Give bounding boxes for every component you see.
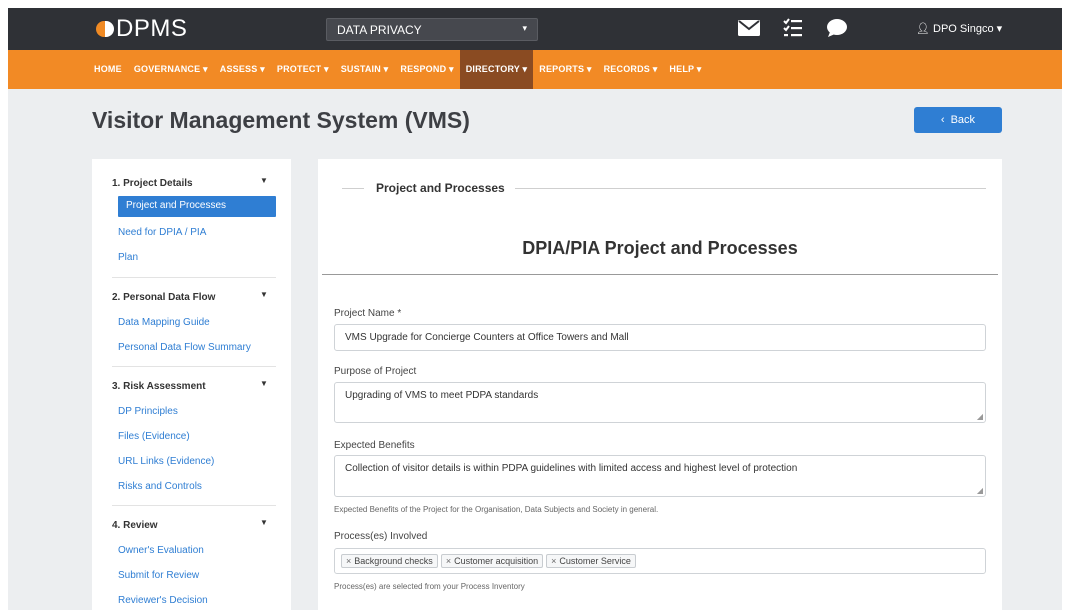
purpose-label: Purpose of Project — [334, 366, 417, 377]
purpose-field[interactable]: Upgrading of VMS to meet PDPA standards … — [334, 382, 986, 423]
process-chip[interactable]: × Customer acquisition — [440, 554, 544, 568]
caret-down-icon: ▼ — [260, 518, 268, 527]
purpose-value: Upgrading of VMS to meet PDPA standards — [345, 390, 539, 401]
main-nav-bar: HOME GOVERNANCE ▾ ASSESS ▾ PROTECT ▾ SUSTAIN… — [8, 50, 1062, 89]
top-icons — [738, 17, 848, 39]
benefits-field[interactable]: Collection of visitor details is within … — [334, 455, 986, 497]
project-name-field[interactable]: VMS Upgrade for Concierge Counters at Of… — [334, 324, 986, 351]
sidebar-item-need-for-dpia[interactable]: Need for DPIA / PIA — [118, 227, 206, 238]
divider — [112, 505, 276, 506]
sidebar-section-personal-data-flow[interactable]: 2. Personal Data Flow — [112, 292, 215, 303]
task-list-icon[interactable] — [782, 17, 804, 39]
sidebar-item-owners-evaluation[interactable]: Owner's Evaluation — [118, 545, 204, 556]
benefits-help-text: Expected Benefits of the Project for the… — [334, 505, 659, 514]
process-chip[interactable]: × Customer Service — [546, 554, 636, 568]
sidebar-item-plan[interactable]: Plan — [118, 252, 138, 263]
processes-help-text: Process(es) are selected from your Proce… — [334, 582, 525, 591]
sidebar-item-project-and-processes[interactable]: Project and Processes — [118, 196, 276, 217]
sidebar-section-risk-assessment[interactable]: 3. Risk Assessment — [112, 381, 206, 392]
sidebar-item-reviewers-decision[interactable]: Reviewer's Decision — [118, 595, 208, 606]
chevron-down-icon: ▾ — [996, 23, 1003, 35]
project-name-value: VMS Upgrade for Concierge Counters at Of… — [345, 332, 629, 343]
mail-icon[interactable] — [738, 17, 760, 39]
nav-item-protect[interactable]: PROTECT ▾ — [271, 50, 335, 89]
caret-down-icon: ▼ — [260, 290, 268, 299]
processes-multiselect[interactable]: × Background checks × Customer acquisition ×… — [334, 548, 986, 574]
main-nav: HOME GOVERNANCE ▾ ASSESS ▾ PROTECT ▾ SUSTAIN… — [88, 50, 707, 89]
app-logo[interactable]: DPMS — [96, 15, 187, 43]
user-menu[interactable]: 👤︎ DPO Singco ▾ — [916, 22, 1002, 35]
sidebar-section-review[interactable]: 4. Review — [112, 520, 158, 531]
sidebar-section-project-details[interactable]: 1. Project Details — [112, 178, 193, 189]
top-bar: DPMS DATA PRIVACY ▾ 👤︎ DPO Singco ▾ — [8, 8, 1062, 50]
benefits-value: Collection of visitor details is within … — [345, 463, 798, 474]
caret-down-icon: ▼ — [260, 379, 268, 388]
sidebar-item-url-links-evidence[interactable]: URL Links (Evidence) — [118, 456, 214, 467]
form-heading: DPIA/PIA Project and Processes — [522, 238, 798, 258]
heading-rule — [322, 274, 998, 275]
chevron-down-icon: ▾ — [522, 23, 527, 33]
nav-item-records[interactable]: RECORDS ▾ — [598, 50, 664, 89]
nav-item-sustain[interactable]: SUSTAIN ▾ — [335, 50, 395, 89]
resize-handle-icon[interactable]: ◢ — [977, 486, 983, 495]
nav-item-directory[interactable]: DIRECTORY ▾ — [459, 50, 534, 89]
chat-icon[interactable] — [826, 17, 848, 39]
sidebar-item-risks-and-controls[interactable]: Risks and Controls — [118, 481, 202, 492]
benefits-label: Expected Benefits — [334, 440, 415, 451]
caret-down-icon: ▼ — [260, 176, 268, 185]
resize-handle-icon[interactable]: ◢ — [977, 412, 983, 421]
remove-icon[interactable]: × — [551, 556, 556, 566]
chevron-left-icon: ‹ — [940, 114, 945, 126]
fieldset-legend: Project and Processes — [366, 181, 515, 195]
processes-label: Process(es) Involved — [334, 531, 428, 542]
nav-item-help[interactable]: HELP ▾ — [663, 50, 707, 89]
logo-text: DPMS — [116, 15, 188, 42]
remove-icon[interactable]: × — [446, 556, 451, 566]
app-window: DPMS DATA PRIVACY ▾ 👤︎ DPO Singco ▾ HOME… — [8, 8, 1062, 610]
logo-icon — [96, 20, 114, 38]
page-title: Visitor Management System (VMS) — [92, 107, 470, 133]
remove-icon[interactable]: × — [346, 556, 351, 566]
sidebar-item-dp-principles[interactable]: DP Principles — [118, 406, 178, 417]
back-button-label: Back — [950, 114, 976, 126]
divider — [112, 277, 276, 278]
project-name-label: Project Name * — [334, 308, 402, 319]
nav-item-governance[interactable]: GOVERNANCE ▾ — [128, 50, 214, 89]
nav-item-home[interactable]: HOME — [88, 50, 128, 89]
nav-item-reports[interactable]: REPORTS ▾ — [533, 50, 597, 89]
sidebar-item-submit-for-review[interactable]: Submit for Review — [118, 570, 199, 581]
user-name: DPO Singco — [933, 23, 994, 35]
sidebar: 1. Project Details ▼ Project and Process… — [92, 159, 291, 610]
sidebar-item-data-mapping-guide[interactable]: Data Mapping Guide — [118, 317, 210, 328]
sidebar-item-personal-data-flow-summary[interactable]: Personal Data Flow Summary — [118, 342, 251, 353]
process-chip[interactable]: × Background checks — [341, 554, 438, 568]
user-icon: 👤︎ — [916, 23, 930, 35]
nav-item-assess[interactable]: ASSESS ▾ — [214, 50, 271, 89]
legend-rule — [508, 188, 986, 189]
sidebar-item-files-evidence[interactable]: Files (Evidence) — [118, 431, 190, 442]
divider — [112, 366, 276, 367]
legend-rule — [342, 188, 364, 189]
back-button[interactable]: ‹ Back — [914, 107, 1002, 133]
domain-select[interactable]: DATA PRIVACY ▾ — [326, 18, 538, 41]
domain-select-value: DATA PRIVACY — [337, 23, 422, 37]
nav-item-respond[interactable]: RESPOND ▾ — [394, 50, 459, 89]
